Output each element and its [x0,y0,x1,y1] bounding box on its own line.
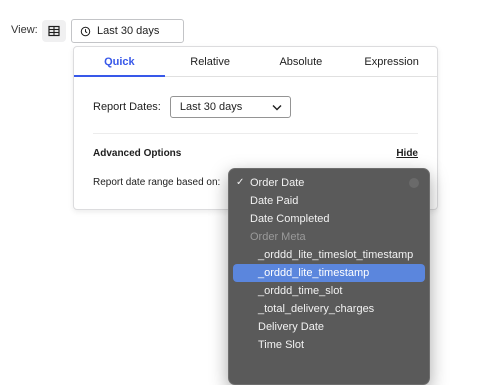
menu-option-label: Date Paid [250,195,299,207]
report-dates-select[interactable]: Last 30 days [169,96,291,118]
menu-option-label: Date Completed [250,213,330,225]
tab-absolute[interactable]: Absolute [256,47,347,76]
menu-option[interactable]: _orddd_lite_timestamp [233,264,425,282]
menu-items: ✓ Order Date Date Paid Date Completed Order … [229,174,429,354]
table-view-button[interactable] [42,20,66,42]
menu-option-label: _orddd_lite_timeslot_timestamp [258,249,414,261]
menu-option[interactable]: _orddd_time_slot [233,282,425,300]
hide-advanced-link[interactable]: Hide [396,148,418,159]
menu-option-label: Delivery Date [258,321,325,333]
report-dates-label: Report Dates: [93,101,161,113]
menu-option[interactable]: ✓ Order Date [233,174,425,192]
tab-expression[interactable]: Expression [346,47,437,76]
menu-option-label: Order Date [250,177,305,189]
date-basis-label: Report date range based on: [93,177,221,188]
date-basis-dropdown-menu: ✓ Order Date Date Paid Date Completed Order … [228,168,430,385]
checkmark-icon: ✓ [236,177,245,188]
section-divider [93,133,418,134]
report-dates-row: Report Dates: Last 30 days [93,96,291,118]
tab-relative[interactable]: Relative [165,47,256,76]
menu-option[interactable]: Delivery Date [233,318,425,336]
menu-option[interactable]: _orddd_lite_timeslot_timestamp [233,246,425,264]
menu-option-label: _orddd_time_slot [258,285,343,297]
report-dates-value: Last 30 days [179,101,243,113]
date-range-tabs: Quick Relative Absolute Expression [74,47,437,77]
menu-option-label: _total_delivery_charges [258,303,375,315]
menu-option[interactable]: _total_delivery_charges [233,300,425,318]
advanced-options-title: Advanced Options [93,148,182,159]
date-range-value: Last 30 days [97,25,160,37]
menu-option[interactable]: Date Completed [233,210,425,228]
tab-quick[interactable]: Quick [74,47,165,77]
chevron-down-icon [272,104,282,110]
date-range-button[interactable]: Last 30 days [71,19,184,43]
report-page: View: Last 30 days Quick Relative Absolu… [0,0,487,385]
clock-icon [80,26,91,36]
menu-option[interactable]: Time Slot [233,336,425,354]
menu-option-label: _orddd_lite_timestamp [258,267,370,279]
menu-option-label: Time Slot [258,339,305,351]
table-icon [48,25,60,37]
menu-option[interactable]: Date Paid [233,192,425,210]
view-label: View: [11,24,38,36]
menu-option-label: Order Meta [250,231,306,243]
menu-group-label: Order Meta [233,228,425,246]
